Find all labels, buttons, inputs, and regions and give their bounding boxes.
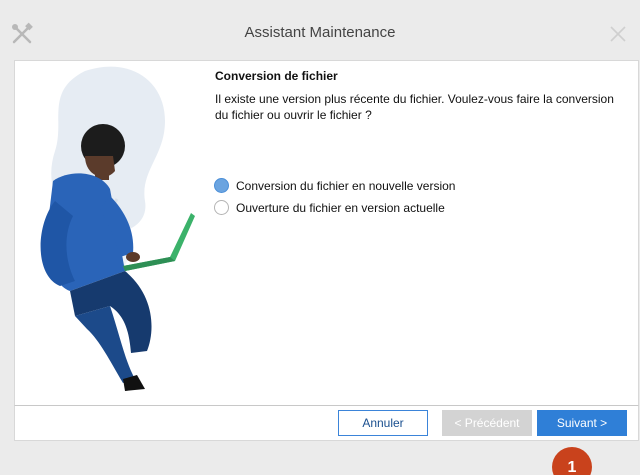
cancel-button[interactable]: Annuler [338, 410, 428, 436]
radio-option-label: Conversion du fichier en nouvelle versio… [236, 178, 456, 193]
radio-option-convert[interactable]: Conversion du fichier en nouvelle versio… [214, 178, 455, 193]
radio-selected-icon[interactable] [214, 178, 229, 193]
window-title: Assistant Maintenance [244, 24, 396, 41]
close-icon[interactable] [606, 22, 630, 46]
page-description: Il existe une version plus récente du fi… [215, 92, 614, 122]
step-number-badge: 1 [552, 447, 592, 475]
previous-button[interactable]: < Précédent [442, 410, 532, 436]
radio-unselected-icon[interactable] [214, 200, 229, 215]
next-button[interactable]: Suivant > [537, 410, 627, 436]
maintenance-wizard-window: Assistant Maintenance Conversion de fich… [0, 0, 640, 475]
page-heading: Conversion de fichier [215, 69, 338, 83]
wizard-button-bar: Annuler < Précédent Suivant > [14, 405, 639, 441]
wizard-content-panel: Conversion de fichier Il existe une vers… [14, 60, 639, 405]
radio-option-label: Ouverture du fichier en version actuelle [236, 200, 445, 215]
title-bar: Assistant Maintenance [0, 0, 640, 64]
person-with-laptop-illustration [40, 66, 195, 391]
badge-number: 1 [568, 459, 577, 475]
radio-option-open-current[interactable]: Ouverture du fichier en version actuelle [214, 200, 445, 215]
